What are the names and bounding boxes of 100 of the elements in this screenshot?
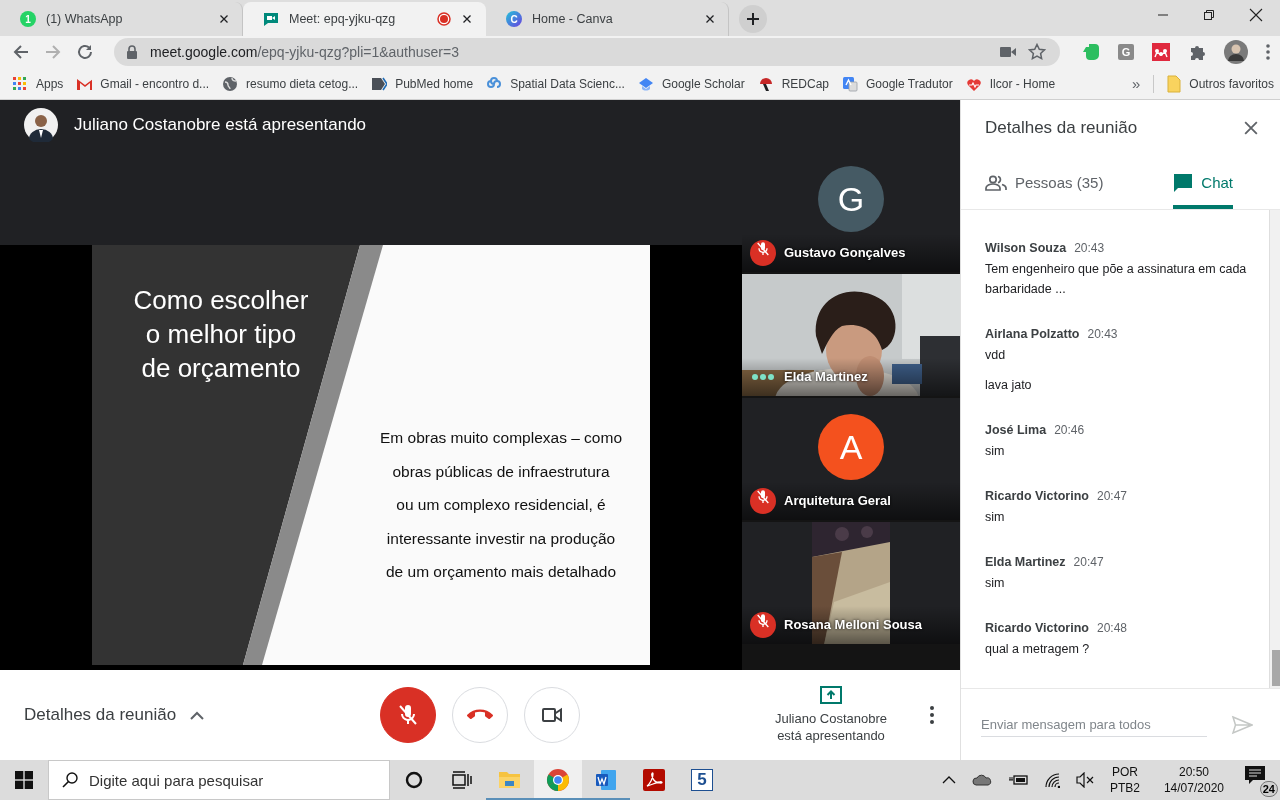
language-button[interactable]: POR PTB2 bbox=[1109, 764, 1140, 796]
participant-name: Arquitetura Geral bbox=[784, 492, 891, 510]
taskbar-button[interactable]: 5 bbox=[678, 760, 726, 800]
bookmark-label: Ilcor - Home bbox=[989, 76, 1056, 91]
message-sender: Elda Martinez bbox=[985, 555, 1066, 569]
scrollbar[interactable] bbox=[1269, 210, 1280, 688]
participant-tile[interactable]: Rosana Melloni Sousa bbox=[742, 522, 960, 644]
new-tab-button[interactable] bbox=[739, 5, 767, 33]
circle-icon[interactable] bbox=[405, 771, 423, 789]
notification-icon[interactable] bbox=[1244, 765, 1266, 785]
hang-up-button[interactable] bbox=[452, 687, 508, 743]
video-chat-icon bbox=[263, 11, 279, 27]
puzzle-icon[interactable] bbox=[1188, 43, 1206, 61]
close-icon[interactable] bbox=[1249, 8, 1263, 22]
bookmark-item[interactable]: Google Scholar bbox=[637, 75, 745, 92]
translate-icon bbox=[842, 75, 858, 92]
grid-icon bbox=[12, 75, 28, 92]
muted-mic-icon bbox=[396, 703, 420, 727]
chevron-up-icon[interactable] bbox=[941, 776, 956, 784]
participant-name: Rosana Melloni Sousa bbox=[784, 616, 922, 634]
avatar: G bbox=[818, 166, 884, 232]
message-time: 20:43 bbox=[1087, 327, 1118, 341]
task-view-icon[interactable] bbox=[452, 771, 472, 789]
extension-icon[interactable] bbox=[1152, 43, 1170, 61]
avatar: A bbox=[818, 414, 884, 480]
bookmark-item[interactable]: REDCap bbox=[757, 75, 829, 92]
message-time: 20:46 bbox=[1054, 423, 1085, 437]
bookmark-item[interactable]: Spatial Data Scienc... bbox=[486, 75, 625, 92]
participant-tile[interactable]: G Gustavo Gonçalves bbox=[742, 150, 960, 272]
bookmark-folder[interactable]: Outros favoritos bbox=[1167, 74, 1274, 93]
message-text: Tem engenheiro que põe a assinatura em cada barbaridade ... bbox=[985, 261, 1248, 298]
mute-icon[interactable] bbox=[1075, 772, 1094, 788]
message-time: 20:43 bbox=[1074, 241, 1105, 255]
reload-icon[interactable] bbox=[76, 43, 94, 61]
message-text: vdd bbox=[985, 347, 1007, 364]
message-sender: Ricardo Victorino bbox=[985, 621, 1089, 635]
message-field[interactable]: Enviar mensagem para todos bbox=[981, 712, 1207, 737]
star-icon[interactable] bbox=[1028, 43, 1046, 61]
back-icon[interactable] bbox=[12, 43, 30, 61]
close-icon[interactable] bbox=[704, 13, 716, 25]
pdf-icon bbox=[642, 768, 666, 792]
browser-tab[interactable]: Meet: epq-yjku-qzg bbox=[243, 2, 486, 36]
restore-icon[interactable] bbox=[1203, 9, 1215, 21]
participant-name: Gustavo Gonçalves bbox=[784, 244, 906, 262]
close-icon[interactable] bbox=[461, 13, 473, 25]
presentation-icon[interactable] bbox=[820, 686, 842, 704]
message-text: sim bbox=[985, 575, 1006, 592]
bookmark-item[interactable]: PubMed home bbox=[371, 75, 474, 92]
bookmark-label: Spatial Data Scienc... bbox=[510, 76, 625, 91]
microphone-button[interactable] bbox=[380, 687, 436, 743]
more-icon[interactable] bbox=[1266, 44, 1270, 60]
chevron-up-icon bbox=[190, 710, 205, 720]
favicon-badge: 1 bbox=[20, 11, 36, 27]
slide-title: Como escolher o melhor tipo de orçamento bbox=[132, 284, 310, 385]
bookmark-label: Outros favoritos bbox=[1189, 76, 1274, 91]
wifi-icon[interactable] bbox=[1043, 772, 1060, 788]
bookmark-label: Google Scholar bbox=[661, 76, 745, 91]
message-text: sim bbox=[985, 509, 1006, 526]
panel-tab[interactable]: Chat bbox=[1173, 156, 1233, 209]
bookmark-item[interactable]: Gmail - encontro d... bbox=[76, 75, 210, 92]
panel-tab[interactable]: Pessoas (35) bbox=[985, 156, 1104, 209]
search-field[interactable]: Digite aqui para pesquisar bbox=[48, 760, 390, 800]
bookmark-item[interactable]: resumo dieta cetog... bbox=[222, 75, 359, 92]
bookmark-item[interactable]: Google Tradutor bbox=[842, 75, 953, 92]
app-icon: 5 bbox=[691, 769, 713, 791]
bookmark-item[interactable]: Ilcor - Home bbox=[965, 75, 1056, 92]
avatar-icon[interactable] bbox=[1224, 40, 1248, 64]
message-text: qual a metragem ? bbox=[985, 641, 1091, 658]
close-icon[interactable] bbox=[218, 13, 230, 25]
bookmark-item[interactable]: Apps bbox=[12, 75, 64, 92]
windows-icon[interactable] bbox=[15, 771, 33, 789]
camera-button[interactable] bbox=[524, 687, 580, 743]
panel-title: Detalhes da reunião bbox=[985, 118, 1138, 138]
participant-tile[interactable]: A Arquitetura Geral bbox=[742, 398, 960, 520]
presenter-status: Juliano Costanobre está apresentando bbox=[774, 710, 888, 744]
message-sender: Ricardo Victorino bbox=[985, 489, 1089, 503]
cloud-icon[interactable] bbox=[971, 774, 992, 786]
folder-icon bbox=[1167, 74, 1182, 93]
message-text: lava jato bbox=[985, 377, 1033, 394]
clock-button[interactable]: 20:50 14/07/2020 bbox=[1163, 764, 1224, 796]
bookmark-label: Google Tradutor bbox=[866, 76, 953, 91]
message-text: sim bbox=[985, 443, 1006, 460]
more-icon[interactable] bbox=[930, 706, 934, 724]
taskbar-button[interactable] bbox=[534, 760, 582, 800]
meeting-details-button[interactable]: Detalhes da reunião bbox=[0, 705, 380, 725]
battery-icon[interactable] bbox=[1007, 774, 1028, 786]
video-camera-icon[interactable] bbox=[1000, 46, 1016, 58]
browser-tab[interactable]: C Home - Canva bbox=[486, 2, 729, 36]
address-field[interactable]: meet.google.com/epq-yjku-qzg?pli=1&authuser=3 bbox=[114, 38, 1060, 66]
message-time: 20:48 bbox=[1096, 621, 1127, 635]
bookmark-label: Gmail - encontro d... bbox=[100, 76, 210, 91]
lock-icon bbox=[126, 45, 138, 59]
bookmark-label: PubMed home bbox=[395, 76, 474, 91]
message-sender: Wilson Souza bbox=[985, 241, 1067, 255]
more-bookmarks-button[interactable]: » bbox=[1131, 75, 1141, 92]
slide-text: Em obras muito complexas – como obras públicas de infraestrutura ou um complexo residencial, é interessante investir na produção de um orçamento mais detalhado bbox=[378, 428, 624, 582]
bookmark-label: resumo dieta cetog... bbox=[246, 76, 359, 91]
message-time: 20:47 bbox=[1096, 489, 1127, 503]
favicon-badge: C bbox=[506, 11, 522, 27]
avatar-icon bbox=[24, 108, 58, 142]
